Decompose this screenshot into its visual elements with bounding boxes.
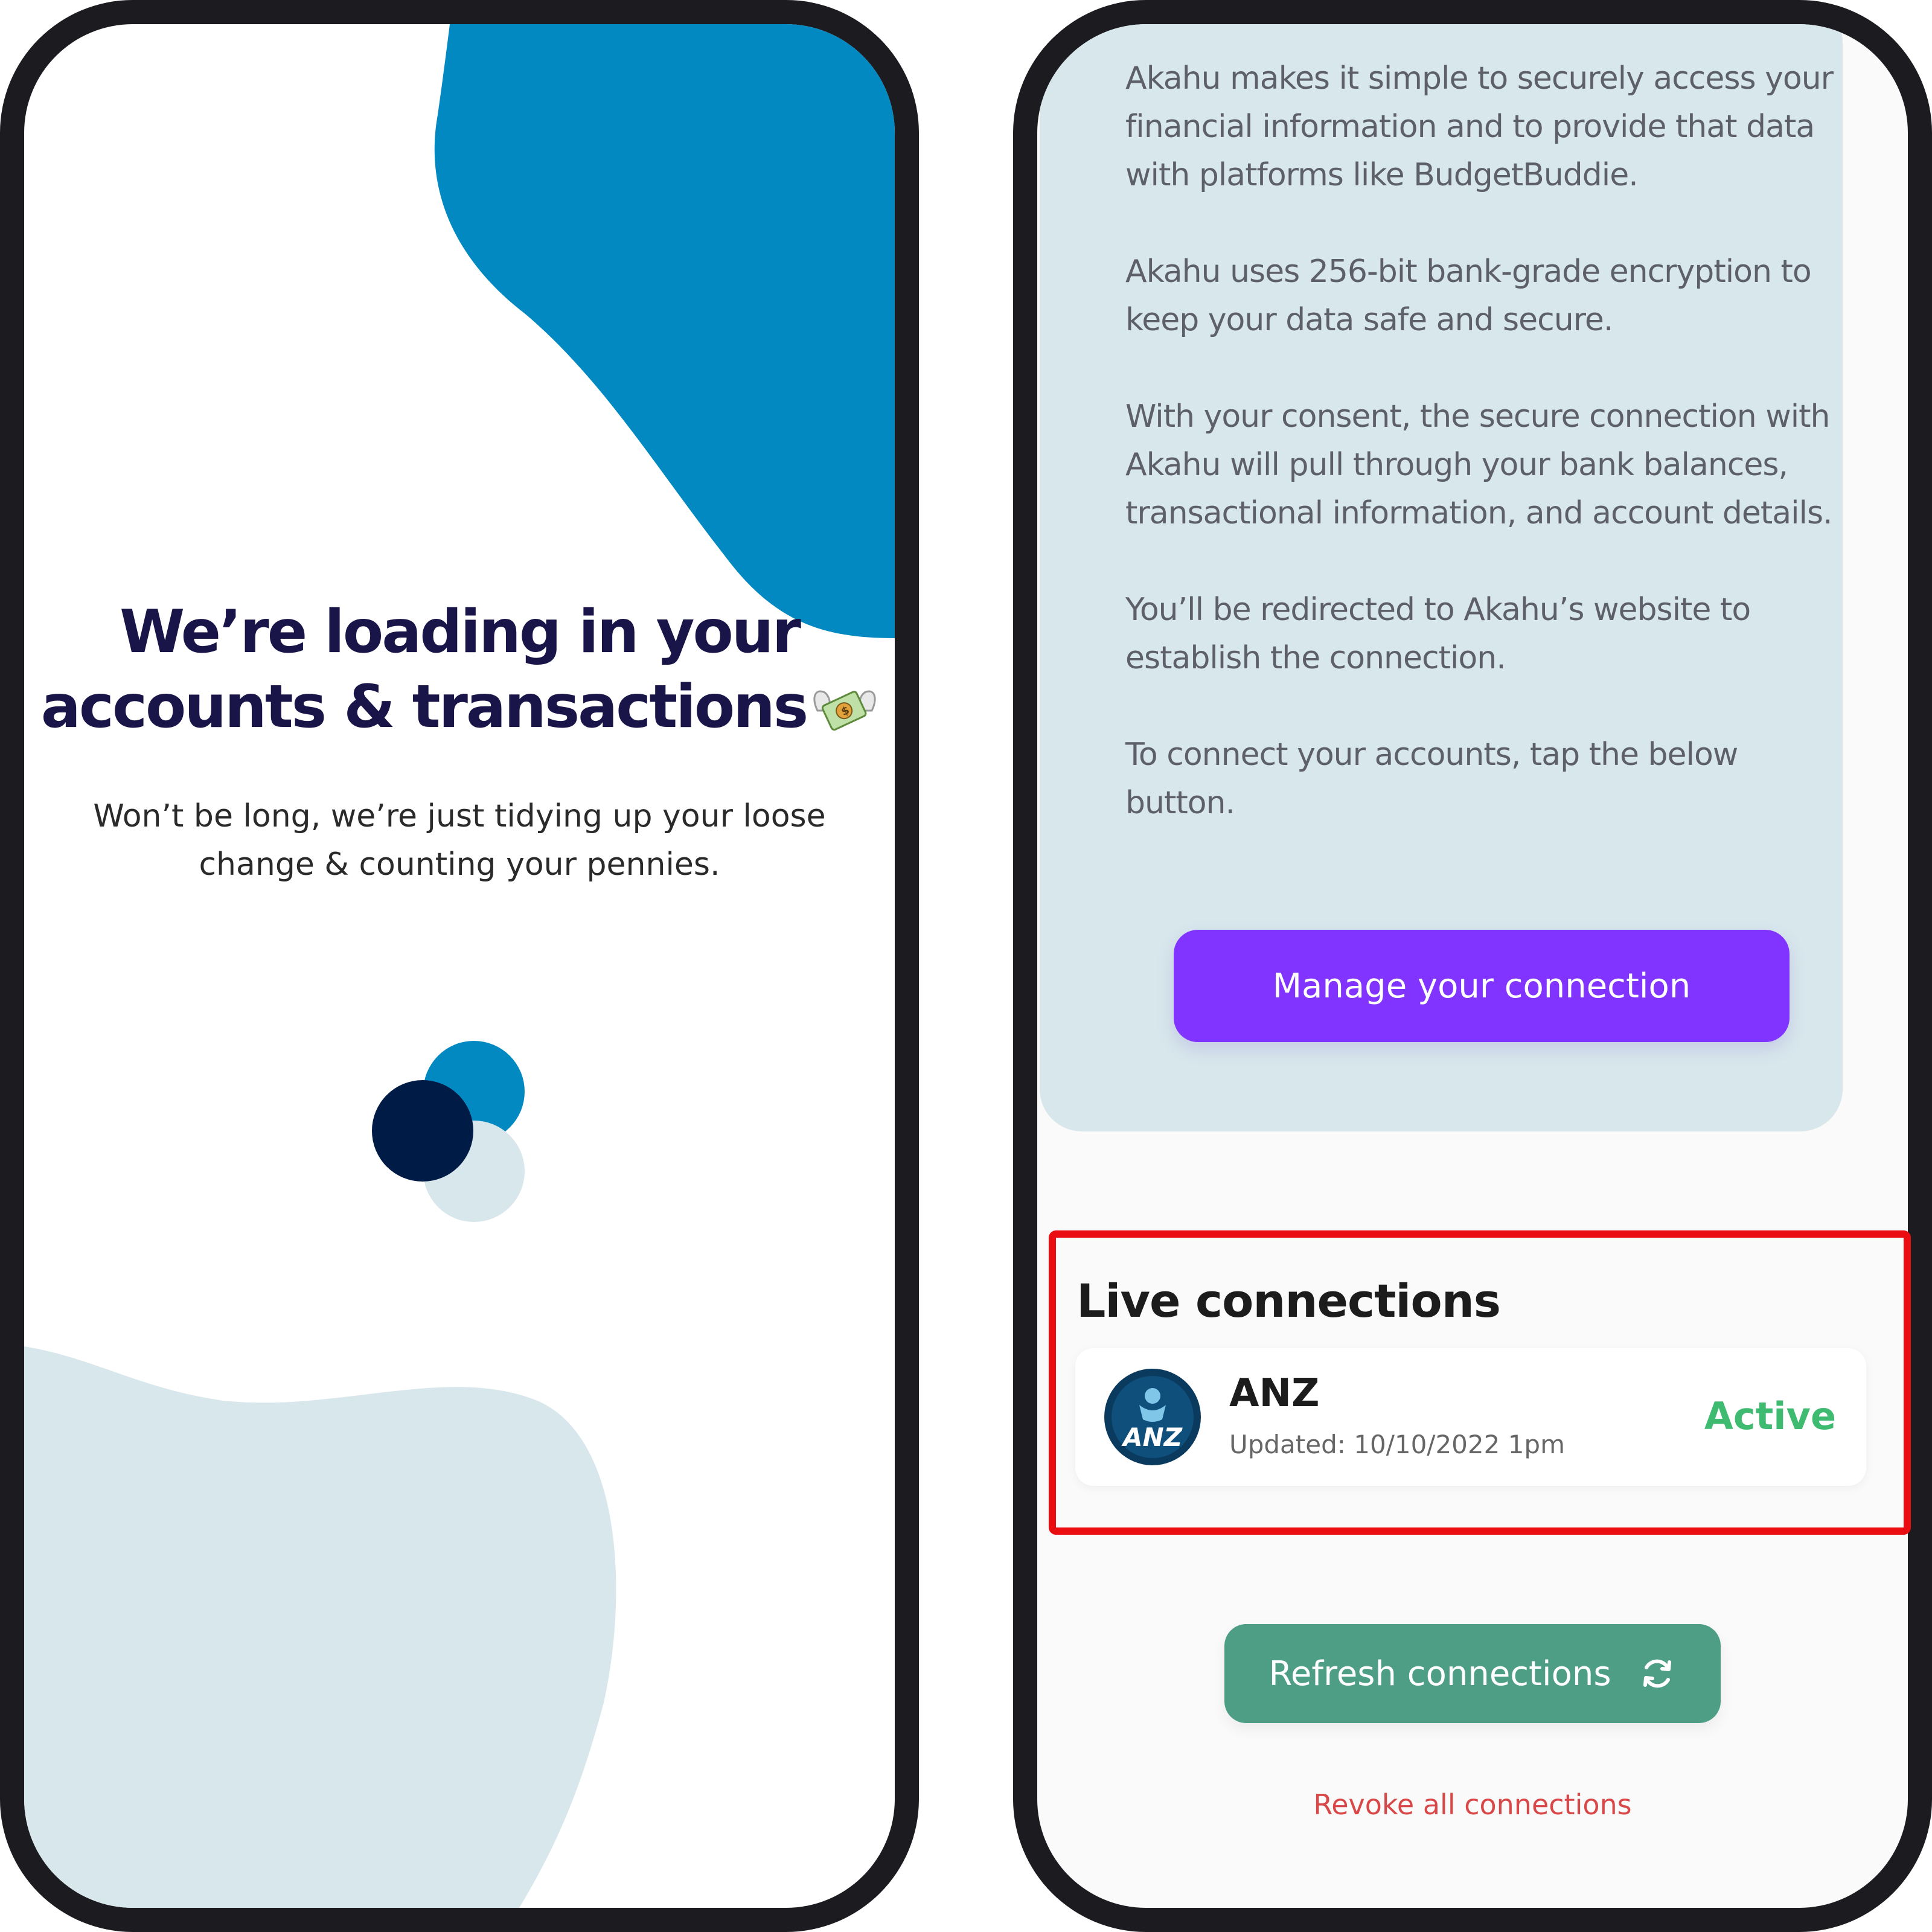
loader-dot-navy	[372, 1080, 473, 1182]
live-connections-highlight-box	[1049, 1230, 1911, 1535]
connection-screen: Akahu makes it simple to securely access…	[1037, 24, 1908, 1908]
info-paragraph: Akahu makes it simple to securely access…	[1125, 60, 1834, 193]
revoke-all-connections-link[interactable]: Revoke all connections	[1037, 1788, 1908, 1821]
loading-title-line1: We’re loading in your	[120, 598, 801, 667]
loading-subtitle: Won’t be long, we’re just tidying up you…	[24, 792, 895, 889]
info-paragraph: You’ll be redirected to Akahu’s website …	[1125, 592, 1751, 676]
loading-spinner	[372, 1041, 525, 1222]
phone-frame-right: Akahu makes it simple to securely access…	[1013, 0, 1932, 1932]
refresh-icon	[1643, 1659, 1671, 1688]
phone-frame-left	[0, 0, 919, 1932]
loading-subtitle-line1: Won’t be long, we’re just tidying up you…	[93, 798, 826, 834]
refresh-connections-button[interactable]: Refresh connections	[1224, 1624, 1721, 1723]
manage-connection-button[interactable]: Manage your connection	[1174, 930, 1790, 1042]
info-paragraph: To connect your accounts, tap the below …	[1125, 737, 1738, 821]
info-paragraph: Akahu uses 256-bit bank-grade encryption…	[1125, 254, 1812, 338]
refresh-button-label: Refresh connections	[1268, 1654, 1611, 1694]
info-paragraph: With your consent, the secure connection…	[1125, 398, 1833, 531]
money-with-wings-icon: $	[813, 690, 876, 731]
loading-title-line2: accounts & transactions	[40, 673, 809, 741]
loading-screen	[24, 24, 895, 1908]
loading-title: We’re loading in your accounts & transac…	[24, 595, 895, 744]
loading-subtitle-line2: change & counting your pennies.	[199, 846, 720, 883]
